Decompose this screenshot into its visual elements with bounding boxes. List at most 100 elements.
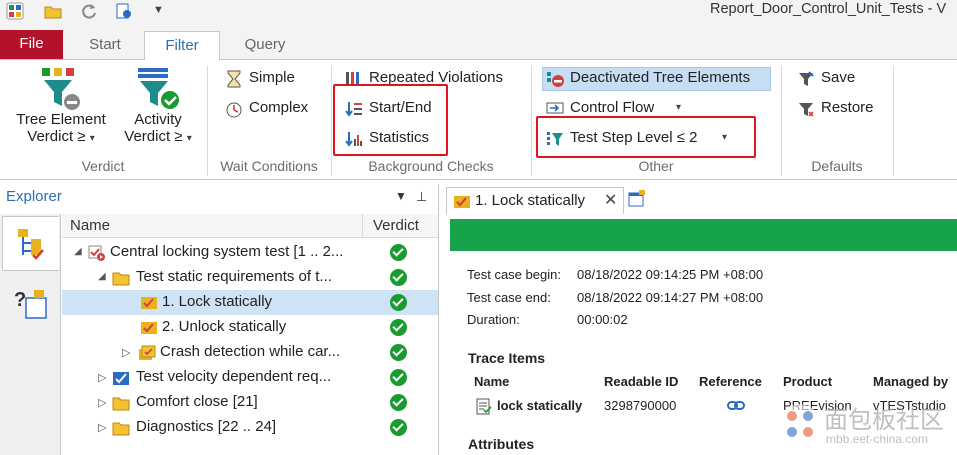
activity-verdict-label-line2-wrap: Verdict ≥ ▾	[120, 128, 196, 147]
app-logo-icon	[6, 2, 24, 20]
title-bar: ▼ Report_Door_Control_Unit_Tests - V	[0, 0, 957, 28]
requirement-document-icon	[476, 398, 492, 415]
activity-verdict-label-line1: Activity	[134, 111, 182, 128]
pass-verdict-icon	[390, 269, 407, 286]
pass-verdict-icon	[390, 419, 407, 436]
ribbon-filter-panel: Tree Element Verdict ≥ ▾ Activity Verdic…	[0, 60, 957, 180]
side-tab-test-tree[interactable]	[2, 216, 59, 271]
quick-access-dropdown-icon[interactable]: ▼	[153, 4, 164, 16]
explorer-pane: Explorer ▼ ⊥ ? Name Verdict ◢ Central lo…	[0, 184, 439, 455]
tree-row-label: Test velocity dependent req...	[136, 368, 332, 385]
new-tab-icon[interactable]	[628, 190, 646, 208]
restore-filter-icon	[799, 103, 814, 117]
watermark-logo-icon	[780, 404, 820, 444]
deactivated-tree-elements-label: Deactivated Tree Elements	[570, 69, 751, 86]
tree-row-label: Central locking system test [1 .. 2...	[110, 243, 344, 260]
verdict-pass-bar	[450, 219, 957, 251]
column-header-verdict[interactable]: Verdict	[373, 217, 419, 234]
tab-start[interactable]: Start	[72, 31, 138, 60]
expand-arrow-icon[interactable]: ▷	[98, 371, 106, 384]
pass-verdict-icon	[390, 244, 407, 261]
pin-icon[interactable]: ⊥	[416, 189, 427, 205]
trace-col-reference: Reference	[699, 374, 762, 389]
group-label-defaults: Defaults	[811, 158, 863, 174]
activity-verdict-label-line2: Verdict ≥	[124, 128, 183, 145]
tree-header: Name Verdict	[62, 214, 438, 238]
folder-icon	[112, 422, 130, 436]
group-label-other: Other	[638, 158, 674, 174]
test-case-icon	[141, 322, 157, 334]
document-tab[interactable]: 1. Lock statically ✕	[446, 187, 624, 214]
test-tree-icon	[18, 229, 44, 260]
trace-col-managed-by: Managed by	[873, 374, 949, 389]
expand-arrow-icon[interactable]: ▷	[98, 396, 106, 409]
tree-element-verdict-button[interactable]: Tree Element Verdict ≥ ▾	[8, 66, 114, 154]
complex-label: Complex	[249, 99, 309, 116]
expand-arrow-icon[interactable]: ▷	[98, 421, 106, 434]
pane-menu-icon[interactable]: ▼	[395, 189, 407, 203]
chevron-down-icon: ▾	[89, 133, 95, 144]
tab-file[interactable]: File	[0, 30, 63, 59]
tree-row[interactable]: 2. Unlock statically	[62, 315, 438, 340]
test-unit-icon	[88, 245, 105, 261]
tab-filter[interactable]: Filter	[144, 31, 220, 61]
control-flow-label: Control Flow	[570, 99, 655, 116]
svg-text:?: ?	[14, 289, 26, 311]
trace-row-name[interactable]: lock statically	[497, 398, 582, 413]
test-case-icon	[141, 297, 157, 309]
start-end-label: Start/End	[369, 99, 432, 116]
test-case-begin-label: Test case begin:	[467, 267, 561, 282]
collapse-arrow-icon[interactable]: ◢	[74, 246, 82, 257]
start-end-icon	[345, 102, 362, 117]
trace-col-name: Name	[474, 374, 510, 389]
test-group-blue-icon	[113, 372, 129, 385]
link-icon[interactable]	[727, 399, 745, 413]
expand-arrow-icon[interactable]: ▷	[122, 346, 130, 359]
refresh-icon[interactable]	[80, 2, 98, 20]
save-label: Save	[821, 69, 856, 86]
column-header-name[interactable]: Name	[70, 217, 110, 234]
attributes-title: Attributes	[468, 436, 535, 452]
tree-row-selected[interactable]: 1. Lock statically	[62, 290, 438, 315]
tree-row[interactable]: ▷ Crash detection while car...	[62, 340, 438, 365]
group-divider	[893, 66, 894, 176]
tree-row[interactable]: ▷ Comfort close [21]	[62, 390, 438, 415]
activity-verdict-button[interactable]: Activity Verdict ≥ ▾	[120, 66, 196, 154]
tree-element-verdict-label-line1: Tree Element	[16, 111, 106, 128]
tree-row-label: Diagnostics [22 .. 24]	[136, 418, 277, 435]
pass-verdict-icon	[390, 294, 407, 311]
explorer-side-tabs: ?	[0, 214, 61, 455]
chevron-down-icon: ▾	[722, 132, 728, 143]
tree-element-verdict-label-line2: Verdict ≥	[27, 128, 86, 145]
column-divider[interactable]	[362, 214, 363, 238]
test-case-end-label: Test case end:	[467, 290, 551, 305]
close-icon[interactable]: ✕	[604, 190, 617, 210]
side-tab-info[interactable]: ?	[2, 276, 59, 331]
simple-label: Simple	[249, 69, 295, 86]
pass-verdict-icon	[390, 394, 407, 411]
test-case-end-value: 08/18/2022 09:14:27 PM +08:00	[577, 290, 764, 305]
help-document-icon: ?	[14, 289, 47, 319]
tree-row-label: 2. Unlock statically	[162, 318, 287, 335]
chevron-down-icon: ▾	[676, 102, 682, 113]
report-settings-icon[interactable]	[115, 2, 133, 20]
duration-value: 00:00:02	[577, 312, 628, 327]
tree-row-label: 1. Lock statically	[162, 293, 273, 310]
test-case-icon	[454, 196, 470, 208]
test-case-begin-value: 08/18/2022 09:14:25 PM +08:00	[577, 267, 764, 282]
group-label-background-checks: Background Checks	[368, 158, 494, 174]
tab-query[interactable]: Query	[230, 31, 300, 60]
tree-row[interactable]: ▷ Test velocity dependent req...	[62, 365, 438, 390]
watermark: 面包板社区 mbb.eet-china.com	[776, 398, 957, 455]
trace-col-product: Product	[783, 374, 833, 389]
open-folder-icon[interactable]	[44, 2, 62, 20]
window-title: Report_Door_Control_Unit_Tests - V	[710, 1, 947, 17]
tree-row[interactable]: ▷ Diagnostics [22 .. 24]	[62, 415, 438, 440]
tree-row-label: Test static requirements of t...	[136, 268, 332, 285]
tree-row[interactable]: ◢ Central locking system test [1 .. 2...	[62, 240, 438, 265]
document-tab-label: 1. Lock statically	[475, 192, 586, 209]
tree-row[interactable]: ◢ Test static requirements of t...	[62, 265, 438, 290]
trace-row-readable-id: 3298790000	[604, 398, 677, 413]
duration-label: Duration:	[467, 312, 520, 327]
collapse-arrow-icon[interactable]: ◢	[98, 271, 106, 282]
